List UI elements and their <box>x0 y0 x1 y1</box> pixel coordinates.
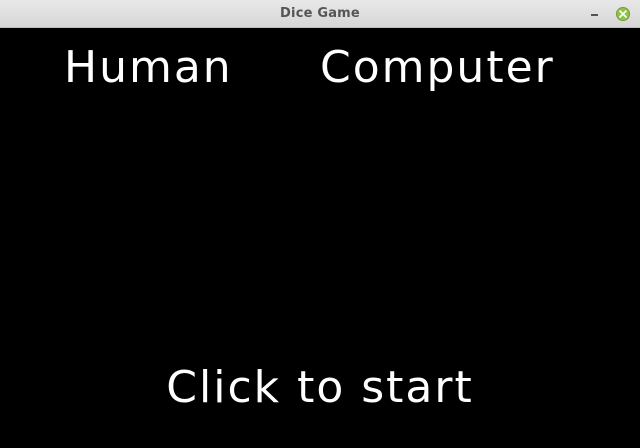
game-window: Dice Game Human Computer Click to start <box>0 0 640 448</box>
start-prompt[interactable]: Click to start <box>0 362 640 413</box>
minimize-icon <box>591 14 598 16</box>
window-title: Dice Game <box>280 6 360 21</box>
opponent-label: Computer <box>320 42 555 93</box>
close-button[interactable] <box>616 7 630 21</box>
titlebar[interactable]: Dice Game <box>0 0 640 28</box>
minimize-button[interactable] <box>587 6 603 22</box>
player-label: Human <box>64 42 233 93</box>
close-icon <box>619 10 627 18</box>
game-canvas[interactable]: Human Computer Click to start <box>0 28 640 448</box>
